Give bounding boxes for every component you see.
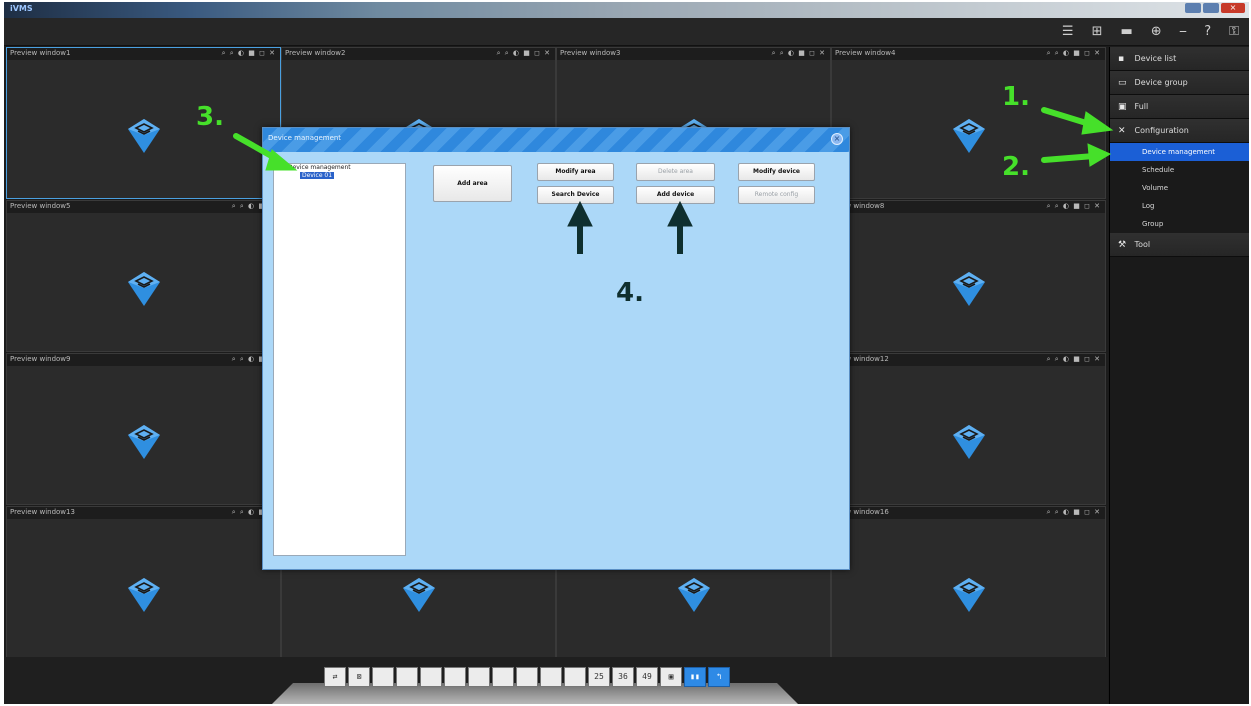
arrowhead-step2 [1087,143,1112,167]
annotation-step3: 3. [196,102,224,132]
arrowhead-step4-right [667,200,693,227]
annotation-arrows [233,107,1114,254]
arrowhead-step4-left [567,200,593,227]
annotation-step4: 4. [616,278,644,308]
arrow-step2 [1041,153,1097,163]
annotation-step2: 2. [1002,152,1030,182]
app-window: iVMS × ☰ ⊞ ▬ ⊕ ⎯? ⚿ Preview window1 ⌕ ⌕ ◐ ■ ◻ … [4,2,1249,704]
arrowhead-step1 [1081,111,1114,135]
annotation-step1: 1. [1002,82,1030,112]
